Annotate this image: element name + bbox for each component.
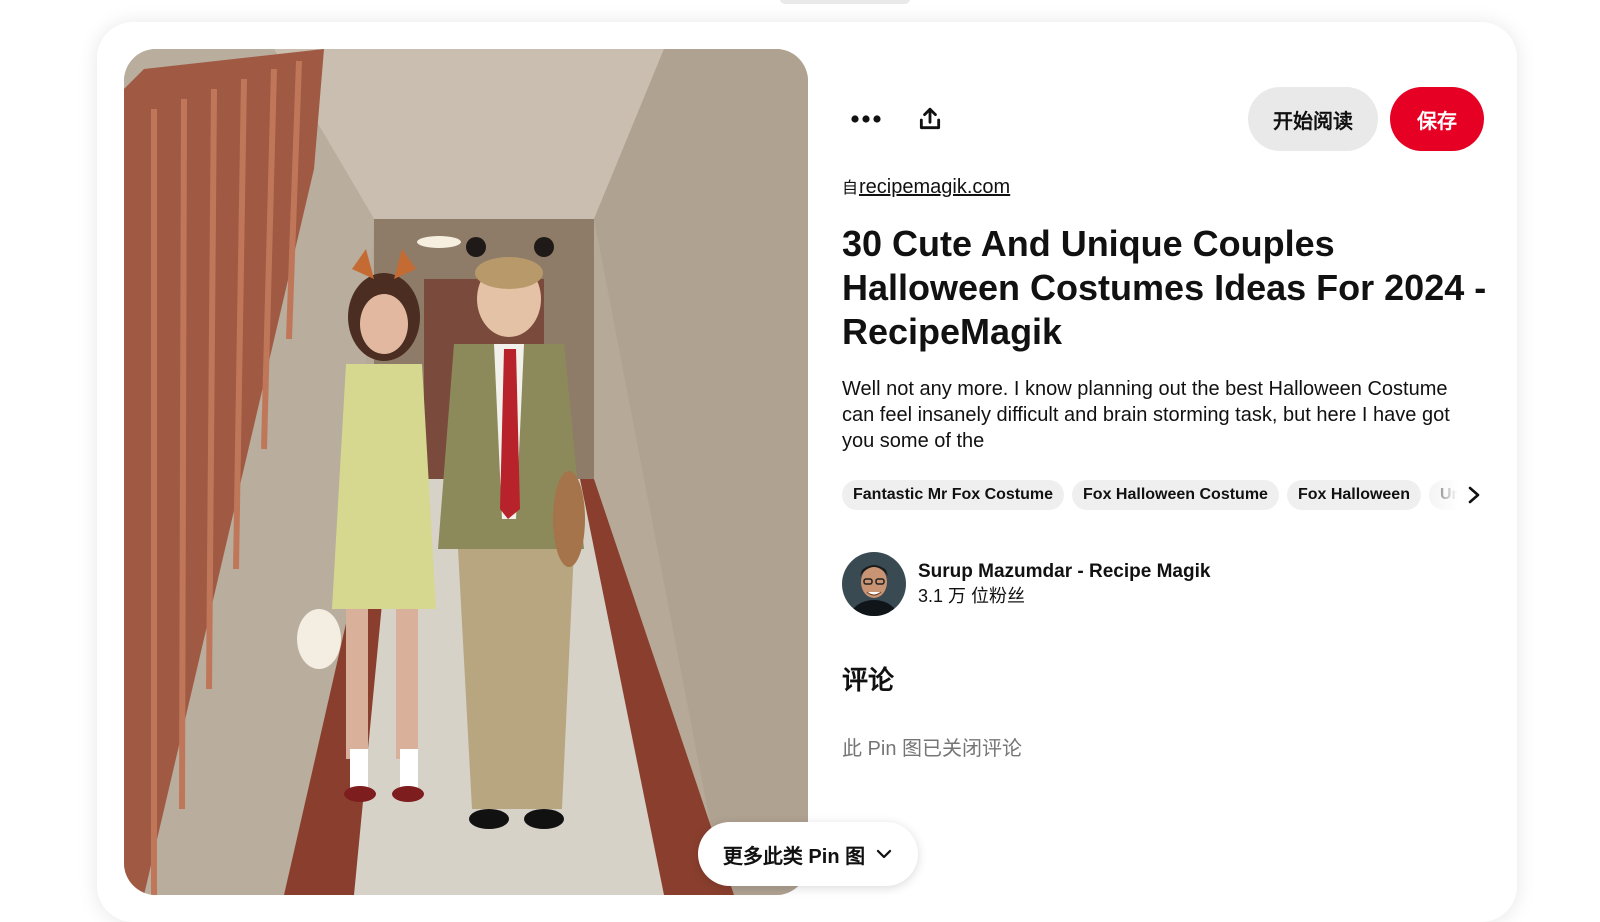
more-like-this-button[interactable]: 更多此类 Pin 图 [698,822,918,886]
source-link[interactable]: recipemagik.com [859,176,1010,198]
pin-description: Well not any more. I know planning out t… [842,378,1450,452]
tag-chip[interactable]: Fox Halloween Costume [1072,480,1279,510]
avatar[interactable] [842,552,906,616]
chevron-down-icon [876,849,892,859]
author-followers: 3.1 万 位粉丝 [918,586,1026,606]
pin-image[interactable] [124,49,808,895]
pin-toolbar: 开始阅读 保存 [842,87,1484,151]
source-prefix: 自 [842,180,859,197]
drag-handle [780,0,910,4]
comments-heading: 评论 [842,665,895,695]
more-horizontal-icon [851,115,881,123]
author-name[interactable]: Surup Mazumdar - Recipe Magik [918,560,1210,584]
share-upload-icon [919,107,941,130]
avatar-image [842,552,906,616]
save-button[interactable]: 保存 [1390,87,1484,151]
pin-photo [124,49,808,895]
author-row[interactable]: Surup Mazumdar - Recipe Magik 3.1 万 位粉丝 [842,552,1210,616]
related-tags: Fantastic Mr Fox Costume Fox Halloween C… [842,480,1486,510]
pin-source: 自recipemagik.com [842,174,1010,199]
tags-next-button[interactable] [1462,480,1486,510]
chevron-right-icon [1468,486,1480,504]
tag-chip[interactable]: Fantastic Mr Fox Costume [842,480,1065,510]
more-options-button[interactable] [842,95,890,143]
pin-title: 30 Cute And Unique Couples Halloween Cos… [842,223,1487,352]
author-meta: Surup Mazumdar - Recipe Magik 3.1 万 位粉丝 [918,560,1210,608]
more-like-this-label: 更多此类 Pin 图 [722,845,866,868]
share-button[interactable] [906,95,954,143]
start-reading-button[interactable]: 开始阅读 [1248,87,1378,151]
comments-disabled-note: 此 Pin 图已关闭评论 [842,738,1023,760]
tag-chip[interactable]: Fox Halloween [1286,480,1421,510]
